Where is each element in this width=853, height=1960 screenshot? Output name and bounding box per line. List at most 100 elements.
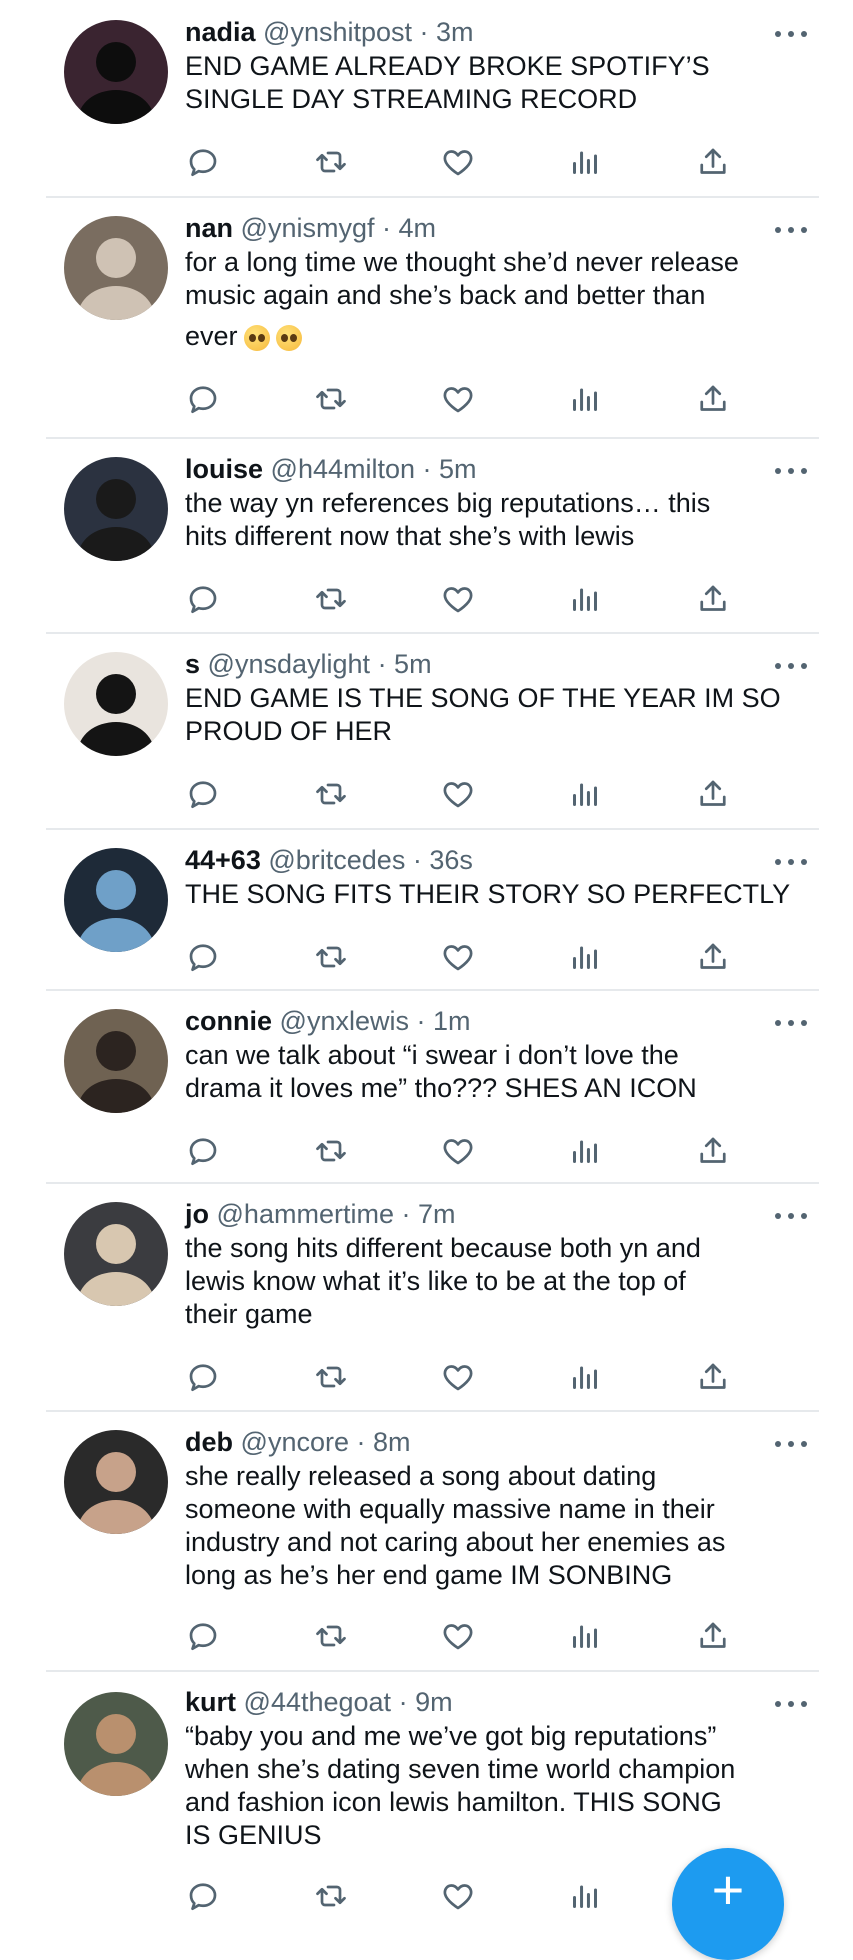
tweet-text: THE SONG FITS THEIR STORY SO PERFECTLY xyxy=(185,878,805,911)
views-button[interactable] xyxy=(567,381,603,417)
retweet-icon xyxy=(313,581,349,617)
retweet-button[interactable] xyxy=(313,1618,349,1654)
avatar[interactable] xyxy=(64,1202,168,1306)
more-button[interactable] xyxy=(775,656,807,676)
more-button[interactable] xyxy=(775,220,807,240)
retweet-button[interactable] xyxy=(313,1133,349,1169)
avatar[interactable] xyxy=(64,457,168,561)
share-button[interactable] xyxy=(695,1133,731,1169)
avatar[interactable] xyxy=(64,848,168,952)
share-button[interactable] xyxy=(695,581,731,617)
reply-button[interactable] xyxy=(185,939,221,975)
retweet-button[interactable] xyxy=(313,381,349,417)
avatar[interactable] xyxy=(64,1009,168,1113)
handle[interactable]: @ynshitpost xyxy=(263,17,412,47)
tweet-actions xyxy=(185,776,726,812)
reply-button[interactable] xyxy=(185,581,221,617)
like-button[interactable] xyxy=(440,1359,476,1395)
display-name[interactable]: s xyxy=(185,649,200,679)
share-button[interactable] xyxy=(695,1359,731,1395)
tweet-text-line: PROUD OF HER xyxy=(185,716,393,746)
more-button[interactable] xyxy=(775,1206,807,1226)
handle[interactable]: @yncore xyxy=(241,1427,349,1457)
like-button[interactable] xyxy=(440,1618,476,1654)
handle[interactable]: @hammertime xyxy=(217,1199,394,1229)
reply-button[interactable] xyxy=(185,1878,221,1914)
like-button[interactable] xyxy=(440,581,476,617)
compose-button[interactable]: + xyxy=(672,1848,784,1960)
views-button[interactable] xyxy=(567,1359,603,1395)
reply-button[interactable] xyxy=(185,381,221,417)
retweet-button[interactable] xyxy=(313,144,349,180)
more-button[interactable] xyxy=(775,1694,807,1714)
heart-icon xyxy=(440,381,476,417)
share-icon xyxy=(695,1133,731,1169)
like-button[interactable] xyxy=(440,776,476,812)
like-button[interactable] xyxy=(440,1133,476,1169)
more-button[interactable] xyxy=(775,461,807,481)
display-name[interactable]: 44+63 xyxy=(185,845,261,875)
retweet-button[interactable] xyxy=(313,1878,349,1914)
like-button[interactable] xyxy=(440,939,476,975)
handle[interactable]: @ynsdaylight xyxy=(208,649,371,679)
avatar[interactable] xyxy=(64,20,168,124)
retweet-button[interactable] xyxy=(313,776,349,812)
tweet-actions xyxy=(185,939,726,975)
retweet-button[interactable] xyxy=(313,581,349,617)
more-button[interactable] xyxy=(775,852,807,872)
like-button[interactable] xyxy=(440,381,476,417)
views-button[interactable] xyxy=(567,581,603,617)
share-button[interactable] xyxy=(695,144,731,180)
display-name[interactable]: deb xyxy=(185,1427,233,1457)
views-button[interactable] xyxy=(567,1133,603,1169)
tweet-text: can we talk about “i swear i don’t love … xyxy=(185,1039,805,1105)
reply-button[interactable] xyxy=(185,1618,221,1654)
handle[interactable]: @britcedes xyxy=(268,845,405,875)
handle[interactable]: @ynismygf xyxy=(241,213,375,243)
more-button[interactable] xyxy=(775,1434,807,1454)
timestamp: · 8m xyxy=(356,1427,411,1457)
views-button[interactable] xyxy=(567,939,603,975)
retweet-button[interactable] xyxy=(313,1359,349,1395)
handle[interactable]: @h44milton xyxy=(271,454,415,484)
more-icon-dot xyxy=(801,1020,807,1026)
views-button[interactable] xyxy=(567,1878,603,1914)
handle[interactable]: @44thegoat xyxy=(244,1687,392,1717)
more-button[interactable] xyxy=(775,24,807,44)
views-button[interactable] xyxy=(567,776,603,812)
avatar[interactable] xyxy=(64,652,168,756)
display-name[interactable]: connie xyxy=(185,1006,272,1036)
share-button[interactable] xyxy=(695,1618,731,1654)
like-button[interactable] xyxy=(440,144,476,180)
reply-button[interactable] xyxy=(185,1359,221,1395)
avatar[interactable] xyxy=(64,216,168,320)
avatar[interactable] xyxy=(64,1692,168,1796)
more-icon-dot xyxy=(775,663,781,669)
more-button[interactable] xyxy=(775,1013,807,1033)
views-icon xyxy=(567,581,603,617)
display-name[interactable]: nan xyxy=(185,213,233,243)
share-button[interactable] xyxy=(695,939,731,975)
share-button[interactable] xyxy=(695,381,731,417)
avatar[interactable] xyxy=(64,1430,168,1534)
pleading-face-emoji xyxy=(275,324,302,351)
reply-button[interactable] xyxy=(185,1133,221,1169)
display-name[interactable]: kurt xyxy=(185,1687,236,1717)
retweet-icon xyxy=(313,939,349,975)
display-name[interactable]: nadia xyxy=(185,17,256,47)
tweet-actions xyxy=(185,581,726,617)
display-name[interactable]: jo xyxy=(185,1199,209,1229)
tweet-text-line: the way yn references big reputations… t… xyxy=(185,488,711,518)
timestamp: · 4m xyxy=(381,213,436,243)
views-button[interactable] xyxy=(567,144,603,180)
display-name[interactable]: louise xyxy=(185,454,263,484)
views-button[interactable] xyxy=(567,1618,603,1654)
share-button[interactable] xyxy=(695,776,731,812)
reply-button[interactable] xyxy=(185,776,221,812)
retweet-button[interactable] xyxy=(313,939,349,975)
reply-button[interactable] xyxy=(185,144,221,180)
handle[interactable]: @ynxlewis xyxy=(280,1006,409,1036)
views-icon xyxy=(567,1359,603,1395)
like-button[interactable] xyxy=(440,1878,476,1914)
more-icon-dot xyxy=(775,468,781,474)
